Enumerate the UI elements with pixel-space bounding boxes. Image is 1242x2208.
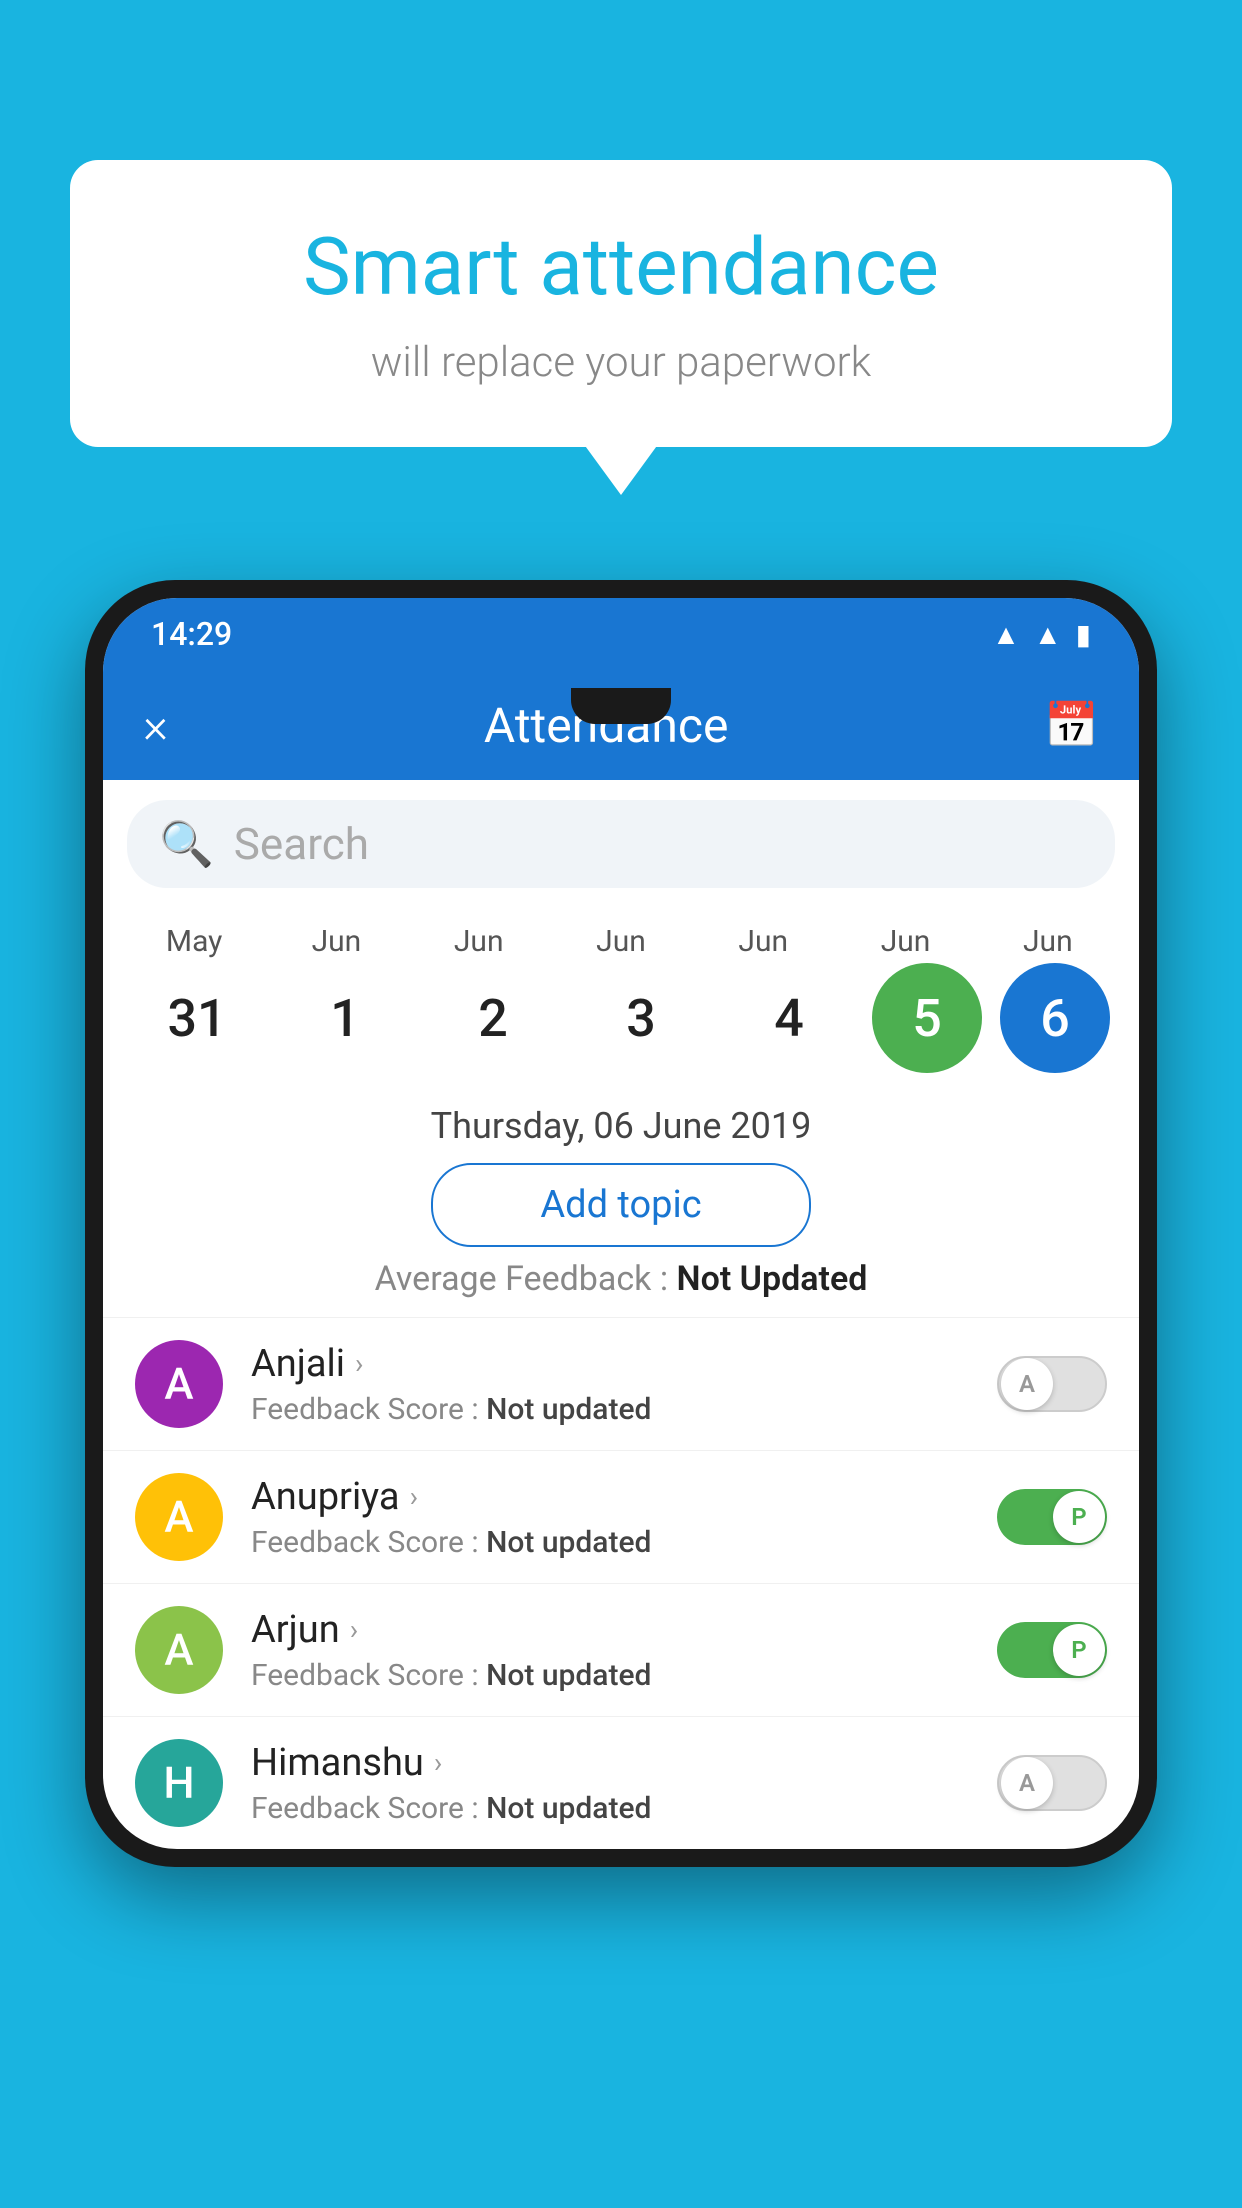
chevron-icon-himanshu: › bbox=[434, 1746, 442, 1779]
search-icon: 🔍 bbox=[159, 818, 214, 870]
search-placeholder: Search bbox=[234, 818, 369, 870]
date-label: Thursday, 06 June 2019 bbox=[103, 1105, 1139, 1147]
add-topic-button[interactable]: Add topic bbox=[431, 1163, 811, 1247]
chevron-icon-arjun: › bbox=[350, 1613, 358, 1646]
average-feedback: Average Feedback : Not Updated bbox=[103, 1259, 1139, 1299]
toggle-knob-anjali: A bbox=[1001, 1358, 1053, 1410]
speech-bubble-title: Smart attendance bbox=[130, 220, 1112, 314]
app-bar: × Attendance 📅 bbox=[103, 670, 1139, 780]
student-name-anjali[interactable]: Anjali › bbox=[251, 1342, 997, 1386]
toggle-anupriya[interactable]: P bbox=[997, 1489, 1107, 1545]
avatar-anupriya: A bbox=[135, 1473, 223, 1561]
toggle-anjali[interactable]: A bbox=[997, 1356, 1107, 1412]
search-bar[interactable]: 🔍 Search bbox=[127, 800, 1115, 888]
calendar-row: May Jun Jun Jun Jun Jun Jun 31 1 2 3 4 5… bbox=[103, 908, 1139, 1089]
toggle-arjun[interactable]: P bbox=[997, 1622, 1107, 1678]
student-feedback-himanshu: Feedback Score : Not updated bbox=[251, 1791, 997, 1826]
student-item-arjun: A Arjun › Feedback Score : Not updated P bbox=[103, 1583, 1139, 1716]
toggle-knob-himanshu: A bbox=[1001, 1757, 1053, 1809]
calendar-month-4: Jun bbox=[698, 924, 828, 959]
student-info-anupriya: Anupriya › Feedback Score : Not updated bbox=[251, 1475, 997, 1560]
toggle-switch-arjun[interactable]: P bbox=[997, 1622, 1107, 1678]
toggle-knob-anupriya: P bbox=[1053, 1491, 1105, 1543]
student-info-arjun: Arjun › Feedback Score : Not updated bbox=[251, 1608, 997, 1693]
calendar-date-6-today[interactable]: 6 bbox=[1000, 963, 1110, 1073]
calendar-date-2[interactable]: 2 bbox=[428, 988, 558, 1049]
calendar-date-3[interactable]: 3 bbox=[576, 988, 706, 1049]
toggle-knob-arjun: P bbox=[1053, 1624, 1105, 1676]
calendar-month-0: May bbox=[129, 924, 259, 959]
student-feedback-anupriya: Feedback Score : Not updated bbox=[251, 1525, 997, 1560]
student-feedback-arjun: Feedback Score : Not updated bbox=[251, 1658, 997, 1693]
student-item-anupriya: A Anupriya › Feedback Score : Not update… bbox=[103, 1450, 1139, 1583]
toggle-switch-himanshu[interactable]: A bbox=[997, 1755, 1107, 1811]
phone-mockup: 14:29 ▲ ▲ ▮ × Attendance 📅 🔍 Search bbox=[85, 580, 1157, 1867]
phone-outer: 14:29 ▲ ▲ ▮ × Attendance 📅 🔍 Search bbox=[85, 580, 1157, 1867]
calendar-month-2: Jun bbox=[414, 924, 544, 959]
avatar-anjali: A bbox=[135, 1340, 223, 1428]
toggle-himanshu[interactable]: A bbox=[997, 1755, 1107, 1811]
calendar-month-6: Jun bbox=[983, 924, 1113, 959]
student-item-himanshu: H Himanshu › Feedback Score : Not update… bbox=[103, 1716, 1139, 1849]
toggle-switch-anjali[interactable]: A bbox=[997, 1356, 1107, 1412]
calendar-date-5-selected[interactable]: 5 bbox=[872, 963, 982, 1073]
chevron-icon-anupriya: › bbox=[410, 1480, 418, 1513]
student-name-arjun[interactable]: Arjun › bbox=[251, 1608, 997, 1652]
calendar-month-5: Jun bbox=[841, 924, 971, 959]
student-info-anjali: Anjali › Feedback Score : Not updated bbox=[251, 1342, 997, 1427]
toggle-switch-anupriya[interactable]: P bbox=[997, 1489, 1107, 1545]
student-item-anjali: A Anjali › Feedback Score : Not updated … bbox=[103, 1317, 1139, 1450]
calendar-icon[interactable]: 📅 bbox=[1044, 699, 1099, 751]
calendar-month-3: Jun bbox=[556, 924, 686, 959]
status-time: 14:29 bbox=[151, 615, 232, 653]
phone-inner: 14:29 ▲ ▲ ▮ × Attendance 📅 🔍 Search bbox=[103, 598, 1139, 1849]
student-info-himanshu: Himanshu › Feedback Score : Not updated bbox=[251, 1741, 997, 1826]
speech-bubble: Smart attendance will replace your paper… bbox=[70, 160, 1172, 447]
avg-feedback-value: Not Updated bbox=[677, 1259, 868, 1299]
student-name-himanshu[interactable]: Himanshu › bbox=[251, 1741, 997, 1785]
status-bar: 14:29 ▲ ▲ ▮ bbox=[103, 598, 1139, 670]
close-button[interactable]: × bbox=[143, 697, 168, 754]
calendar-dates: 31 1 2 3 4 5 6 bbox=[103, 963, 1139, 1073]
avatar-himanshu: H bbox=[135, 1739, 223, 1827]
chevron-icon-anjali: › bbox=[355, 1347, 363, 1380]
phone-notch bbox=[571, 688, 671, 724]
speech-bubble-subtitle: will replace your paperwork bbox=[130, 338, 1112, 387]
status-icons: ▲ ▲ ▮ bbox=[992, 618, 1091, 651]
avg-feedback-label: Average Feedback : bbox=[375, 1259, 677, 1299]
calendar-month-1: Jun bbox=[271, 924, 401, 959]
student-list: A Anjali › Feedback Score : Not updated … bbox=[103, 1317, 1139, 1849]
wifi-icon: ▲ bbox=[992, 618, 1020, 651]
calendar-date-1[interactable]: 1 bbox=[280, 988, 410, 1049]
student-name-anupriya[interactable]: Anupriya › bbox=[251, 1475, 997, 1519]
battery-icon: ▮ bbox=[1076, 618, 1091, 651]
calendar-date-0[interactable]: 31 bbox=[132, 988, 262, 1049]
signal-icon: ▲ bbox=[1034, 618, 1062, 651]
speech-bubble-container: Smart attendance will replace your paper… bbox=[70, 160, 1172, 447]
student-feedback-anjali: Feedback Score : Not updated bbox=[251, 1392, 997, 1427]
calendar-months: May Jun Jun Jun Jun Jun Jun bbox=[103, 924, 1139, 959]
avatar-arjun: A bbox=[135, 1606, 223, 1694]
calendar-date-4[interactable]: 4 bbox=[724, 988, 854, 1049]
